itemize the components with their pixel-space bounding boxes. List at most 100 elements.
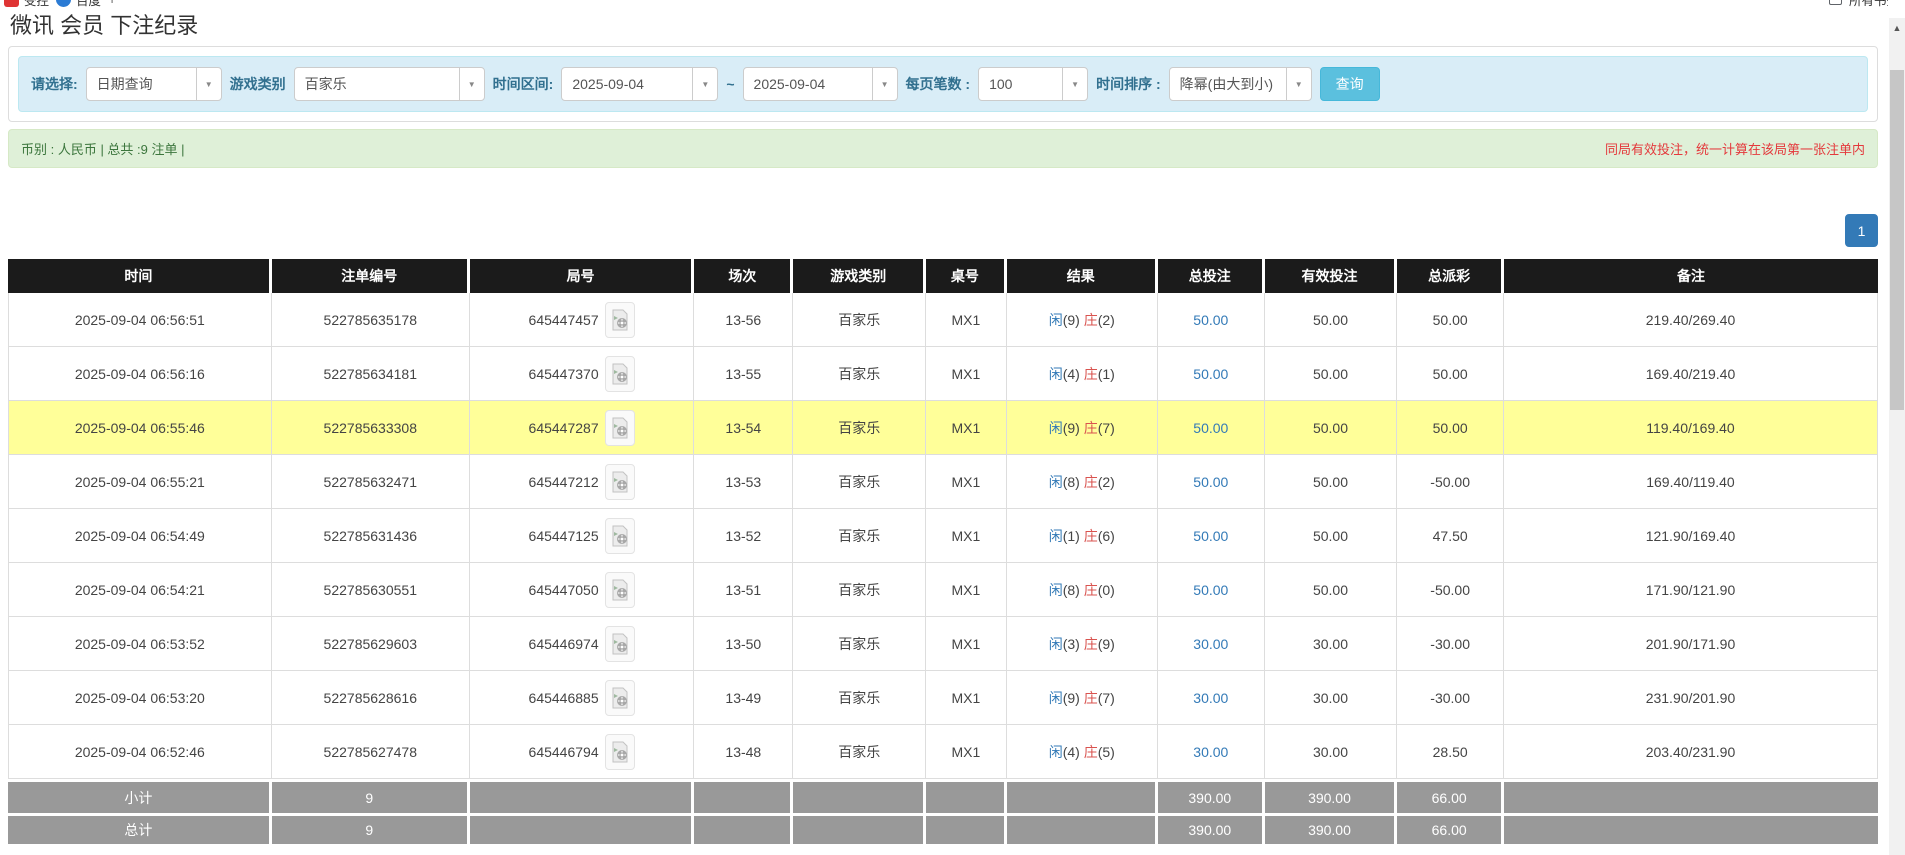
- video-icon: [611, 687, 629, 709]
- cell-game: 百家乐: [793, 671, 926, 725]
- player-result: 闲: [1049, 690, 1063, 706]
- video-icon: [611, 579, 629, 601]
- page-size-select[interactable]: 100 ▼: [978, 67, 1088, 101]
- bookmarks-folder-icon: [1829, 0, 1842, 5]
- total-bet-link[interactable]: 50.00: [1193, 474, 1228, 490]
- column-header: 总投注: [1158, 259, 1265, 293]
- player-result: 闲: [1049, 636, 1063, 652]
- video-replay-button[interactable]: [605, 464, 635, 500]
- bookmark-item[interactable]: 百度: [56, 0, 101, 9]
- summary-cell: 9: [272, 813, 470, 847]
- total-bet-link[interactable]: 50.00: [1193, 582, 1228, 598]
- table-row[interactable]: 2025-09-04 06:56:51522785635178645447457…: [8, 293, 1878, 347]
- chevron-down-icon: ▼: [692, 68, 717, 100]
- bookmark-item[interactable]: 受控: [4, 0, 49, 9]
- cell-session: 13-56: [694, 293, 793, 347]
- video-replay-button[interactable]: [605, 356, 635, 392]
- video-replay-button[interactable]: [605, 518, 635, 554]
- cell-result: 闲(4) 庄(1): [1007, 347, 1158, 401]
- summary-cell: [926, 813, 1006, 847]
- video-replay-button[interactable]: [605, 680, 635, 716]
- add-bookmark-icon[interactable]: +: [108, 0, 116, 7]
- round-number: 645447370: [529, 366, 599, 382]
- table-row[interactable]: 2025-09-04 06:54:49522785631436645447125…: [8, 509, 1878, 563]
- video-replay-button[interactable]: [605, 302, 635, 338]
- scroll-up-icon[interactable]: ▲: [1889, 21, 1905, 35]
- cell-total-bet: 50.00: [1158, 455, 1265, 509]
- cell-remark: 171.90/121.90: [1504, 563, 1878, 617]
- total-bet-link[interactable]: 50.00: [1193, 366, 1228, 382]
- time-sort-select[interactable]: 降幂(由大到小) ▼: [1169, 67, 1312, 101]
- round-number: 645447125: [529, 528, 599, 544]
- banker-result: 庄: [1084, 312, 1098, 328]
- video-icon: [611, 309, 629, 331]
- video-replay-button[interactable]: [605, 572, 635, 608]
- column-header: 桌号: [926, 259, 1006, 293]
- cell-bet-id: 522785632471: [272, 455, 470, 509]
- cell-payout: -30.00: [1397, 671, 1504, 725]
- cell-valid-bet: 50.00: [1265, 347, 1398, 401]
- select-type-label: 请选择:: [31, 74, 78, 94]
- scrollbar-thumb[interactable]: [1890, 70, 1904, 410]
- video-replay-button[interactable]: [605, 626, 635, 662]
- cell-time: 2025-09-04 06:56:51: [8, 293, 272, 347]
- game-category-select[interactable]: 百家乐 ▼: [294, 67, 485, 101]
- table-footer: 小计9390.00390.0066.00总计9390.00390.0066.00: [8, 779, 1878, 847]
- total-bet-link[interactable]: 50.00: [1193, 420, 1228, 436]
- cell-payout: -50.00: [1397, 563, 1504, 617]
- video-replay-button[interactable]: [605, 410, 635, 446]
- round-number: 645446885: [529, 690, 599, 706]
- cell-table-no: MX1: [926, 293, 1006, 347]
- total-bet-link[interactable]: 50.00: [1193, 312, 1228, 328]
- time-range-label: 时间区间:: [493, 74, 554, 94]
- date-to-select[interactable]: 2025-09-04 ▼: [743, 67, 898, 101]
- total-bet-link[interactable]: 30.00: [1193, 690, 1228, 706]
- cell-round: 645447287: [470, 401, 694, 455]
- table-row[interactable]: 2025-09-04 06:55:21522785632471645447212…: [8, 455, 1878, 509]
- table-row[interactable]: 2025-09-04 06:56:16522785634181645447370…: [8, 347, 1878, 401]
- red-bookmark-icon: [4, 0, 19, 7]
- cell-game: 百家乐: [793, 347, 926, 401]
- cell-remark: 201.90/171.90: [1504, 617, 1878, 671]
- table-row[interactable]: 2025-09-04 06:53:20522785628616645446885…: [8, 671, 1878, 725]
- cell-session: 13-55: [694, 347, 793, 401]
- page-size-label: 每页笔数 :: [906, 74, 971, 94]
- query-button[interactable]: 查询: [1320, 67, 1380, 101]
- cell-bet-id: 522785634181: [272, 347, 470, 401]
- player-result: 闲: [1049, 312, 1063, 328]
- cell-valid-bet: 50.00: [1265, 509, 1398, 563]
- vertical-scrollbar[interactable]: ▲: [1888, 0, 1905, 855]
- cell-total-bet: 50.00: [1158, 401, 1265, 455]
- cell-game: 百家乐: [793, 617, 926, 671]
- total-bet-link[interactable]: 30.00: [1193, 744, 1228, 760]
- records-table: 时间注单编号局号场次游戏类别桌号结果总投注有效投注总派彩备注 2025-09-0…: [8, 259, 1878, 847]
- summary-cell: [1504, 779, 1878, 813]
- cell-game: 百家乐: [793, 455, 926, 509]
- notice-text: 同局有效投注，统一计算在该局第一张注单内: [1605, 139, 1865, 158]
- cell-bet-id: 522785633308: [272, 401, 470, 455]
- table-row[interactable]: 2025-09-04 06:53:52522785629603645446974…: [8, 617, 1878, 671]
- date-from-select[interactable]: 2025-09-04 ▼: [561, 67, 718, 101]
- page-1-button[interactable]: 1: [1845, 214, 1878, 247]
- cell-remark: 203.40/231.90: [1504, 725, 1878, 779]
- video-replay-button[interactable]: [605, 734, 635, 770]
- cell-session: 13-50: [694, 617, 793, 671]
- table-row[interactable]: 2025-09-04 06:52:46522785627478645446794…: [8, 725, 1878, 779]
- bookmark-label: 百度: [76, 0, 101, 9]
- chevron-down-icon: ▼: [196, 68, 221, 100]
- game-category-label: 游戏类别: [230, 74, 286, 94]
- cell-session: 13-51: [694, 563, 793, 617]
- total-bet-link[interactable]: 30.00: [1193, 636, 1228, 652]
- table-row[interactable]: 2025-09-04 06:54:21522785630551645447050…: [8, 563, 1878, 617]
- banker-result: 庄: [1084, 528, 1098, 544]
- table-row[interactable]: 2025-09-04 06:55:46522785633308645447287…: [8, 401, 1878, 455]
- total-bet-link[interactable]: 50.00: [1193, 528, 1228, 544]
- cell-payout: 47.50: [1397, 509, 1504, 563]
- summary-row: 小计9390.00390.0066.00: [8, 779, 1878, 813]
- player-result: 闲: [1049, 528, 1063, 544]
- chevron-down-icon: ▼: [459, 68, 484, 100]
- video-icon: [611, 741, 629, 763]
- query-type-select[interactable]: 日期查询 ▼: [86, 67, 222, 101]
- video-icon: [611, 363, 629, 385]
- summary-cell: 总计: [8, 813, 272, 847]
